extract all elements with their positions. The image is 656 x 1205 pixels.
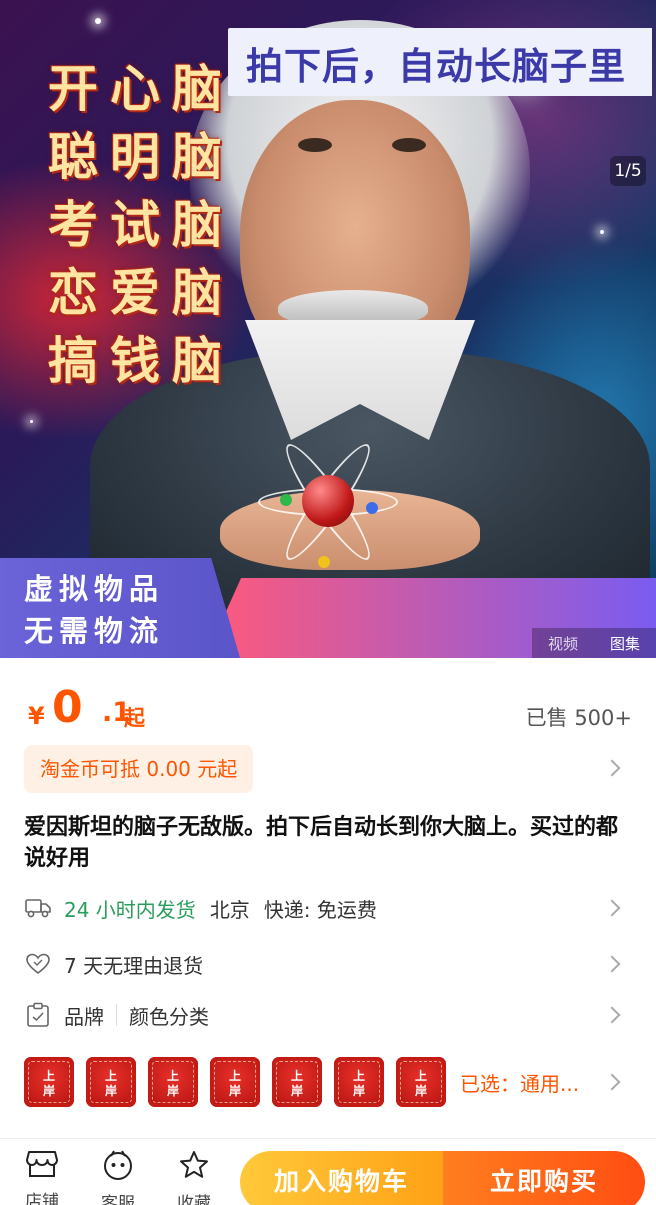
price-integer: 0 — [52, 682, 83, 733]
sku-thumbnail[interactable]: 上岸 — [334, 1057, 384, 1107]
service-label: 客服 — [101, 1194, 135, 1205]
param-brand: 品牌 — [64, 1004, 104, 1029]
truck-icon — [24, 894, 52, 922]
store-label: 店铺 — [25, 1192, 59, 1205]
coin-discount-badge: 淘金币可抵 0.00 元起 — [24, 745, 254, 793]
sku-thumbnail[interactable]: 上岸 — [396, 1057, 446, 1107]
sku-thumbnail[interactable]: 上岸 — [272, 1057, 322, 1107]
currency-symbol: ¥ — [28, 702, 45, 730]
sku-selected-label: 已选：通用... — [460, 1071, 580, 1096]
hero-slogan-line: 开心脑 — [48, 60, 234, 118]
returns-row[interactable]: 7 天无理由退货 — [24, 944, 632, 984]
banner-tagline: 拍下后，自动长脑子里 — [246, 45, 626, 88]
store-button[interactable]: 店铺 — [12, 1149, 72, 1205]
sold-count: 已售 500+ — [525, 706, 632, 730]
star-icon — [178, 1151, 210, 1185]
shipping-row[interactable]: 24 小时内发货 北京 快递: 免运费 — [24, 888, 632, 928]
favorite-button[interactable]: 收藏 — [164, 1149, 224, 1205]
hero-slogan-line: 聪明脑 — [48, 128, 234, 186]
star-decoration — [30, 420, 33, 423]
price-row: ¥ 0 .1 起 已售 500+ — [24, 680, 632, 740]
image-page-indicator: 1/5 — [610, 156, 646, 186]
product-title: 爱因斯坦的脑子无敌版。拍下后自动长到你大脑上。买过的都说好用 — [24, 815, 619, 871]
hero-slogan-line: 恋爱脑 — [48, 264, 234, 322]
service-icon — [102, 1150, 134, 1185]
bottom-action-bar: 店铺 客服 收藏 加入购物车 立即购买 — [0, 1139, 656, 1205]
add-to-cart-button[interactable]: 加入购物车 — [240, 1151, 443, 1205]
price-suffix: 起 — [124, 706, 145, 730]
chevron-right-icon — [603, 759, 621, 777]
sku-selector-row[interactable]: 上岸 上岸 上岸 上岸 上岸 上岸 上岸 已选：通用... — [24, 1056, 632, 1108]
hero-slogan-line: 考试脑 — [48, 196, 234, 254]
ship-origin: 北京 — [209, 897, 250, 922]
chevron-right-icon — [603, 899, 621, 917]
product-image-carousel[interactable]: 开心脑 聪明脑 考试脑 恋爱脑 搞钱脑 1/5 虚拟物品 无需物流 拍下后，自动… — [0, 0, 656, 658]
tab-gallery[interactable]: 图集 — [610, 633, 640, 654]
favorite-label: 收藏 — [177, 1194, 211, 1205]
star-decoration — [95, 18, 101, 24]
heart-icon — [24, 950, 52, 978]
chevron-right-icon — [603, 1073, 621, 1091]
tab-video[interactable]: 视频 — [548, 633, 578, 654]
customer-service-button[interactable]: 客服 — [88, 1149, 148, 1205]
param-color-class: 颜色分类 — [129, 1004, 209, 1029]
chevron-right-icon — [603, 1006, 621, 1024]
ship-fee: 快递: 免运费 — [263, 897, 377, 922]
params-row[interactable]: 品牌 颜色分类 — [24, 995, 632, 1035]
hero-slogan: 开心脑 聪明脑 考试脑 恋爱脑 搞钱脑 — [48, 55, 234, 395]
banner-no-shipping-label: 无需物流 — [24, 614, 165, 648]
returns-label: 7 天无理由退货 — [64, 953, 204, 978]
banner-virtual-label: 虚拟物品 — [24, 572, 165, 606]
media-tab-bar: 视频 图集 — [532, 628, 656, 658]
store-icon — [25, 1151, 59, 1183]
hero-slogan-line: 搞钱脑 — [48, 332, 234, 390]
clipboard-icon — [24, 1001, 52, 1029]
sku-thumbnail[interactable]: 上岸 — [210, 1057, 260, 1107]
buy-now-button[interactable]: 立即购买 — [443, 1151, 645, 1205]
sku-thumbnail[interactable]: 上岸 — [86, 1057, 136, 1107]
chevron-right-icon — [603, 955, 621, 973]
ship-time: 24 小时内发货 — [64, 897, 196, 922]
sku-thumbnail[interactable]: 上岸 — [148, 1057, 198, 1107]
divider — [116, 1004, 117, 1026]
sku-thumbnail[interactable]: 上岸 — [24, 1057, 74, 1107]
coin-discount-row[interactable]: 淘金币可抵 0.00 元起 — [24, 745, 632, 793]
